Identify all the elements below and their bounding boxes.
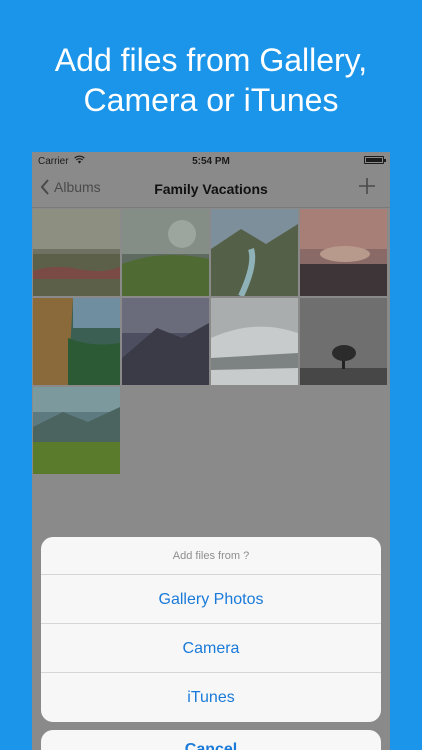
cancel-button[interactable]: Cancel xyxy=(41,730,381,750)
status-time: 5:54 PM xyxy=(192,156,230,167)
promo-headline: Add files from Gallery, Camera or iTunes xyxy=(0,40,422,120)
photo-grid xyxy=(33,209,389,474)
photo-thumbnail[interactable] xyxy=(300,298,387,385)
photo-thumbnail[interactable] xyxy=(300,209,387,296)
headline-line-2: Camera or iTunes xyxy=(83,82,339,118)
photo-thumbnail[interactable] xyxy=(33,387,120,474)
plus-icon[interactable] xyxy=(358,177,376,195)
status-bar: Carrier 5:54 PM xyxy=(32,152,390,170)
action-sheet-heading: Add files from ? xyxy=(41,537,381,575)
headline-line-1: Add files from Gallery, xyxy=(54,42,368,78)
photo-thumbnail[interactable] xyxy=(122,298,209,385)
camera-option[interactable]: Camera xyxy=(41,624,381,673)
photo-thumbnail[interactable] xyxy=(211,298,298,385)
photo-thumbnail[interactable] xyxy=(122,209,209,296)
battery-icon xyxy=(364,156,386,164)
photo-thumbnail[interactable] xyxy=(211,209,298,296)
page-title: Family Vacations xyxy=(154,181,268,197)
navigation-bar: Albums Family Vacations xyxy=(32,170,390,208)
photo-thumbnail[interactable] xyxy=(33,298,120,385)
gallery-photos-option[interactable]: Gallery Photos xyxy=(41,575,381,624)
photo-thumbnail[interactable] xyxy=(33,209,120,296)
itunes-option[interactable]: iTunes xyxy=(41,673,381,722)
action-sheet: Add files from ? Gallery Photos Camera i… xyxy=(41,537,381,722)
